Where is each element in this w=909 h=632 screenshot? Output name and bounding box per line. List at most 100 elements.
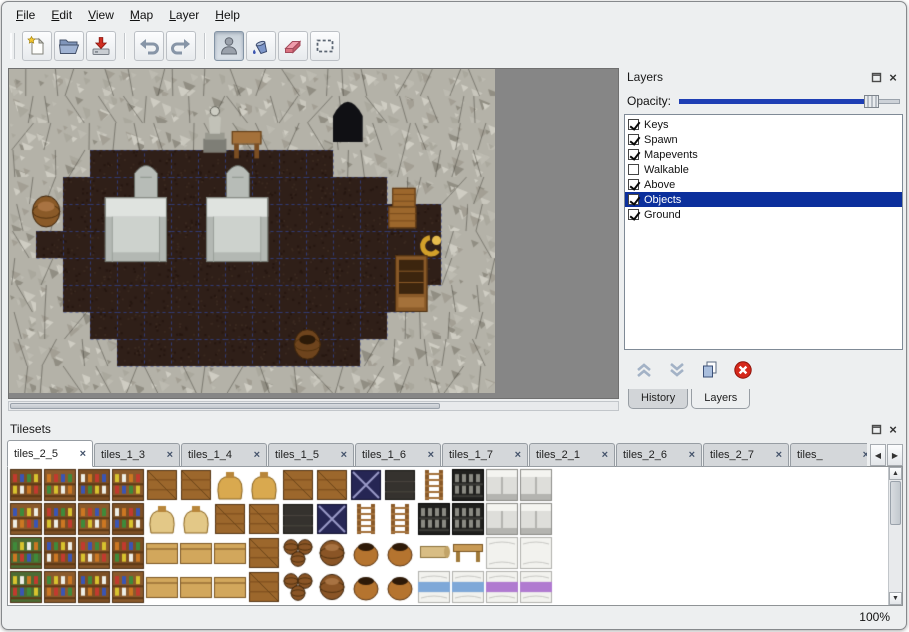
tab-close-icon[interactable]: × <box>515 449 521 461</box>
save-button[interactable] <box>86 31 116 61</box>
tileset-tab-scroll: ◀ ▶ <box>870 444 903 466</box>
menu-edit[interactable]: Edit <box>43 5 80 25</box>
tileset-tab-tiles_1_7[interactable]: tiles_1_7 × <box>442 443 528 467</box>
select-tool-button[interactable] <box>310 31 340 61</box>
layer-visibility-checkbox[interactable] <box>628 149 639 160</box>
app-window: FileEditViewMapLayerHelp Layers × Opacit… <box>1 1 907 630</box>
scrollbar-thumb[interactable] <box>10 403 440 409</box>
tab-close-icon[interactable]: × <box>80 448 86 460</box>
tileset-tab-label: tiles_2_7 <box>710 449 772 461</box>
menu-map[interactable]: Map <box>122 5 161 25</box>
dock-tab-layers[interactable]: Layers <box>691 389 750 409</box>
tab-close-icon[interactable]: × <box>689 449 695 461</box>
scrollbar-thumb[interactable] <box>890 481 901 525</box>
map-canvas[interactable] <box>9 69 495 393</box>
tileset-tab-tiles_2_7[interactable]: tiles_2_7 × <box>703 443 789 467</box>
layers-panel-titlebar: Layers × <box>622 68 905 86</box>
layer-name: Mapevents <box>644 149 698 161</box>
delete-layer-button[interactable] <box>731 358 755 382</box>
scroll-tabs-right-icon[interactable]: ▶ <box>887 444 903 466</box>
new-file-button[interactable] <box>22 31 52 61</box>
layer-row-objects[interactable]: Objects <box>625 192 902 207</box>
fill-tool-button[interactable] <box>246 31 276 61</box>
tileset-tab-label: tiles_1_7 <box>449 449 511 461</box>
tileset-tab-bar: tiles_2_5×tiles_1_3×tiles_1_4×tiles_1_5×… <box>7 440 867 467</box>
layer-name: Spawn <box>644 134 678 146</box>
palette-vertical-scrollbar[interactable]: ▲ ▼ <box>888 467 902 605</box>
tileset-tab-tiles_1_4[interactable]: tiles_1_4× <box>181 443 267 467</box>
tileset-tab-tiles_1_5[interactable]: tiles_1_5 × <box>268 443 354 467</box>
tab-close-icon[interactable]: × <box>428 449 434 461</box>
toolbar <box>8 28 341 64</box>
menu-layer[interactable]: Layer <box>161 5 207 25</box>
tileset-tab-label: tiles_1_5 <box>275 449 337 461</box>
opacity-slider-fill <box>679 99 864 104</box>
layer-visibility-checkbox[interactable] <box>628 179 639 190</box>
tileset-tab-tiles_1_3[interactable]: tiles_1_3 × <box>94 443 180 467</box>
tileset-tab-tiles_2_1[interactable]: tiles_2_1× <box>529 443 615 467</box>
opacity-label: Opacity: <box>627 94 671 108</box>
layer-row-spawn[interactable]: Spawn <box>625 132 902 147</box>
layer-ops-toolbar <box>632 356 755 384</box>
map-horizontal-scrollbar[interactable] <box>8 401 619 411</box>
tileset-tab-tiles_[interactable]: tiles_ × <box>790 443 867 467</box>
scroll-tabs-left-icon[interactable]: ◀ <box>870 444 886 466</box>
dock-tab-history[interactable]: History <box>628 389 688 409</box>
layer-row-ground[interactable]: Ground <box>625 207 902 222</box>
toolbar-separator <box>124 33 126 59</box>
duplicate-layer-button[interactable] <box>698 358 722 382</box>
tab-close-icon[interactable]: × <box>776 449 782 461</box>
tab-close-icon[interactable]: × <box>254 449 260 461</box>
dock-tab-bar: HistoryLayers <box>628 389 750 409</box>
layer-name: Keys <box>644 119 668 131</box>
layer-list: Keys Spawn Mapevents WalkableAbove Objects Gr… <box>624 114 903 350</box>
layer-row-walkable[interactable]: Walkable <box>625 162 902 177</box>
menu-view[interactable]: View <box>80 5 122 25</box>
open-button[interactable] <box>54 31 84 61</box>
opacity-slider[interactable] <box>679 93 900 110</box>
layer-visibility-checkbox[interactable] <box>628 209 639 220</box>
raise-layer-button[interactable] <box>632 358 656 382</box>
layer-visibility-checkbox[interactable] <box>628 119 639 130</box>
undo-button[interactable] <box>134 31 164 61</box>
tileset-tab-label: tiles_1_6 <box>362 449 424 461</box>
scroll-up-icon[interactable]: ▲ <box>889 467 902 480</box>
tileset-tab-tiles_1_6[interactable]: tiles_1_6 × <box>355 443 441 467</box>
layer-visibility-checkbox[interactable] <box>628 164 639 175</box>
tileset-palette[interactable]: ▲ ▼ <box>7 466 903 606</box>
layer-visibility-checkbox[interactable] <box>628 134 639 145</box>
tileset-tab-label: tiles_ <box>797 449 859 461</box>
layer-name: Ground <box>644 209 681 221</box>
tileset-tab-tiles_2_6[interactable]: tiles_2_6× <box>616 443 702 467</box>
eraser-tool-button[interactable] <box>278 31 308 61</box>
menu-bar: FileEditViewMapLayerHelp <box>8 4 248 26</box>
float-panel-icon[interactable] <box>869 423 883 436</box>
tilesets-panel-titlebar: Tilesets × <box>5 420 905 438</box>
tileset-palette-canvas[interactable] <box>9 468 553 604</box>
tileset-tab-tiles_2_5[interactable]: tiles_2_5× <box>7 440 93 467</box>
stamp-tool-button[interactable] <box>214 31 244 61</box>
layer-name: Objects <box>644 194 681 206</box>
float-panel-icon[interactable] <box>869 71 883 84</box>
layer-row-mapevents[interactable]: Mapevents <box>625 147 902 162</box>
tab-close-icon[interactable]: × <box>602 449 608 461</box>
tilesets-panel: Tilesets × tiles_2_5×tiles_1_3×tiles_1_4… <box>5 420 905 609</box>
toolbar-handle[interactable] <box>10 33 15 59</box>
menu-help[interactable]: Help <box>207 5 248 25</box>
layer-name: Walkable <box>644 164 689 176</box>
opacity-slider-handle[interactable] <box>864 95 879 108</box>
tileset-tab-label: tiles_1_3 <box>101 449 163 461</box>
close-panel-icon[interactable]: × <box>886 71 900 84</box>
scroll-down-icon[interactable]: ▼ <box>889 592 902 605</box>
layer-row-keys[interactable]: Keys <box>625 117 902 132</box>
tab-close-icon[interactable]: × <box>863 449 867 461</box>
tab-close-icon[interactable]: × <box>341 449 347 461</box>
map-canvas-area[interactable] <box>8 68 619 399</box>
redo-button[interactable] <box>166 31 196 61</box>
tab-close-icon[interactable]: × <box>167 449 173 461</box>
layer-row-above[interactable]: Above <box>625 177 902 192</box>
close-panel-icon[interactable]: × <box>886 423 900 436</box>
lower-layer-button[interactable] <box>665 358 689 382</box>
layer-visibility-checkbox[interactable] <box>628 194 639 205</box>
menu-file[interactable]: File <box>8 5 43 25</box>
